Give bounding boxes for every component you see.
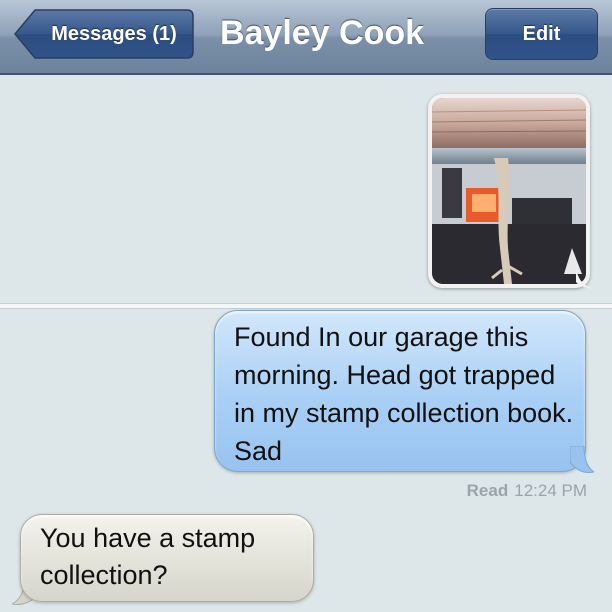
photo-message-bubble[interactable] — [428, 94, 592, 288]
read-time: 12:24 PM — [514, 481, 587, 500]
edit-button[interactable]: Edit — [485, 8, 598, 60]
collage-divider — [0, 303, 612, 309]
received-message-bubble[interactable]: You have a stamp collection? — [12, 514, 314, 605]
received-message-text: You have a stamp collection? — [40, 523, 256, 590]
read-status: Read — [466, 481, 509, 500]
back-button-label: Messages (1) — [51, 23, 177, 45]
lizard-photo-image — [432, 98, 586, 284]
sent-message-bubble[interactable]: Found In our garage this morning. Head g… — [214, 310, 594, 473]
photo-attachment[interactable] — [432, 98, 586, 284]
sent-message-text: Found In our garage this morning. Head g… — [234, 322, 574, 466]
back-button[interactable]: Messages (1) — [13, 8, 195, 60]
page-title: Bayley Cook — [219, 14, 425, 52]
messages-screen: Messages (1) Bayley Cook Edit Found In o… — [0, 0, 612, 612]
read-receipt: Read 12:24 PM — [380, 480, 587, 502]
photo-bubble-tail-icon — [576, 268, 592, 288]
navigation-bar: Messages (1) Bayley Cook Edit — [0, 0, 612, 75]
